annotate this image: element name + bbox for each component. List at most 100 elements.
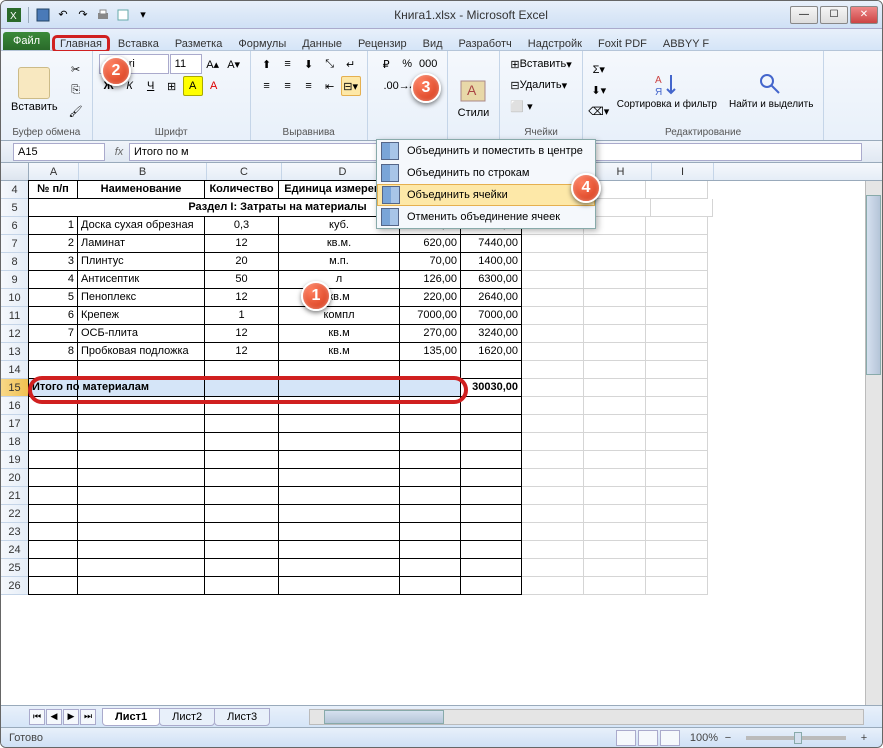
cell-H19[interactable] (584, 451, 646, 469)
cell-A7[interactable]: 2 (28, 234, 78, 253)
cell-A4[interactable]: № п/п (28, 180, 78, 199)
cell-I7[interactable] (646, 235, 708, 253)
first-sheet-icon[interactable]: ⏮ (29, 709, 45, 725)
cell-C14[interactable] (204, 360, 279, 379)
orientation-icon[interactable]: ⤡ (320, 54, 340, 74)
cell-A25[interactable] (28, 558, 78, 577)
cell-E17[interactable] (399, 414, 461, 433)
cell-G24[interactable] (522, 541, 584, 559)
cell-A19[interactable] (28, 450, 78, 469)
align-right-icon[interactable]: ≡ (299, 76, 319, 96)
cell-D19[interactable] (278, 450, 400, 469)
cell-B14[interactable] (77, 360, 205, 379)
font-size-combo[interactable]: 11 (170, 54, 202, 74)
cell-E9[interactable]: 126,00 (399, 270, 461, 289)
name-box[interactable]: A15 (13, 143, 105, 161)
cell-F14[interactable] (460, 360, 522, 379)
cell-F26[interactable] (460, 576, 522, 595)
cell-C16[interactable] (204, 396, 279, 415)
cell-I20[interactable] (646, 469, 708, 487)
row-header-24[interactable]: 24 (1, 541, 29, 559)
prev-sheet-icon[interactable]: ◀ (46, 709, 62, 725)
cell-H13[interactable] (584, 343, 646, 361)
cell-C18[interactable] (204, 432, 279, 451)
cell-D25[interactable] (278, 558, 400, 577)
cell-C21[interactable] (204, 486, 279, 505)
cell-H20[interactable] (584, 469, 646, 487)
cell-A8[interactable]: 3 (28, 252, 78, 271)
cell-H23[interactable] (584, 523, 646, 541)
cell-E12[interactable]: 270,00 (399, 324, 461, 343)
wrap-text-icon[interactable]: ↵ (341, 54, 361, 74)
cell-D13[interactable]: кв.м (278, 342, 400, 361)
cell-A12[interactable]: 7 (28, 324, 78, 343)
cell-H26[interactable] (584, 577, 646, 595)
cells[interactable]: № п/пНаименованиеКоличествоЕдиница измер… (29, 181, 713, 595)
merge-menu-item-3[interactable]: Отменить объединение ячеек (377, 206, 595, 228)
comma-icon[interactable]: 000 (418, 54, 438, 74)
cell-F11[interactable]: 7000,00 (460, 306, 522, 325)
cell-A21[interactable] (28, 486, 78, 505)
cell-D11[interactable]: компл (278, 306, 400, 325)
cell-B7[interactable]: Ламинат (77, 234, 205, 253)
cell-F23[interactable] (460, 522, 522, 541)
page-layout-view-icon[interactable] (638, 730, 658, 746)
cell-I26[interactable] (646, 577, 708, 595)
cell-E24[interactable] (399, 540, 461, 559)
cell-F7[interactable]: 7440,00 (460, 234, 522, 253)
cell-G23[interactable] (522, 523, 584, 541)
cut-icon[interactable]: ✂ (66, 59, 86, 79)
cell-C23[interactable] (204, 522, 279, 541)
col-header-I[interactable]: I (652, 163, 714, 180)
cell-H16[interactable] (584, 397, 646, 415)
cell-E8[interactable]: 70,00 (399, 252, 461, 271)
row-header-20[interactable]: 20 (1, 469, 29, 487)
sheet-tab-Лист2[interactable]: Лист2 (159, 708, 215, 726)
cell-B23[interactable] (77, 522, 205, 541)
cell-H5[interactable] (589, 199, 651, 217)
fill-color-icon[interactable]: A (183, 76, 203, 96)
cell-A6[interactable]: 1 (28, 216, 78, 235)
col-header-H[interactable]: H (590, 163, 652, 180)
cell-F24[interactable] (460, 540, 522, 559)
cell-C26[interactable] (204, 576, 279, 595)
cell-H24[interactable] (584, 541, 646, 559)
merge-menu-item-1[interactable]: Объединить по строкам (377, 162, 595, 184)
row-header-11[interactable]: 11 (1, 307, 29, 325)
cell-B11[interactable]: Крепеж (77, 306, 205, 325)
cell-G18[interactable] (522, 433, 584, 451)
print-icon[interactable] (94, 6, 112, 24)
cell-H15[interactable] (584, 379, 646, 397)
autosum-icon[interactable]: Σ▾ (589, 59, 609, 79)
cell-B22[interactable] (77, 504, 205, 523)
sheet-tab-Лист1[interactable]: Лист1 (102, 708, 160, 726)
cell-B19[interactable] (77, 450, 205, 469)
cell-G21[interactable] (522, 487, 584, 505)
cell-E7[interactable]: 620,00 (399, 234, 461, 253)
cell-G19[interactable] (522, 451, 584, 469)
cell-I10[interactable] (646, 289, 708, 307)
cell-D24[interactable] (278, 540, 400, 559)
vscroll-thumb[interactable] (866, 195, 881, 375)
cell-G8[interactable] (522, 253, 584, 271)
normal-view-icon[interactable] (616, 730, 636, 746)
cell-I23[interactable] (646, 523, 708, 541)
cell-G20[interactable] (522, 469, 584, 487)
cell-C25[interactable] (204, 558, 279, 577)
cell-H11[interactable] (584, 307, 646, 325)
cell-D22[interactable] (278, 504, 400, 523)
col-header-C[interactable]: C (207, 163, 282, 180)
cell-C24[interactable] (204, 540, 279, 559)
qat-dropdown-icon[interactable]: ▾ (134, 6, 152, 24)
increase-decimal-icon[interactable]: .00→ (387, 76, 407, 96)
redo-icon[interactable]: ↷ (74, 6, 92, 24)
cell-A10[interactable]: 5 (28, 288, 78, 307)
row-header-26[interactable]: 26 (1, 577, 29, 595)
row-header-15[interactable]: 15 (1, 379, 29, 397)
cell-D16[interactable] (278, 396, 400, 415)
last-sheet-icon[interactable]: ⏭ (80, 709, 96, 725)
zoom-in-icon[interactable]: + (854, 728, 874, 748)
close-button[interactable]: ✕ (850, 6, 878, 24)
cell-B21[interactable] (77, 486, 205, 505)
percent-icon[interactable]: % (397, 54, 417, 74)
